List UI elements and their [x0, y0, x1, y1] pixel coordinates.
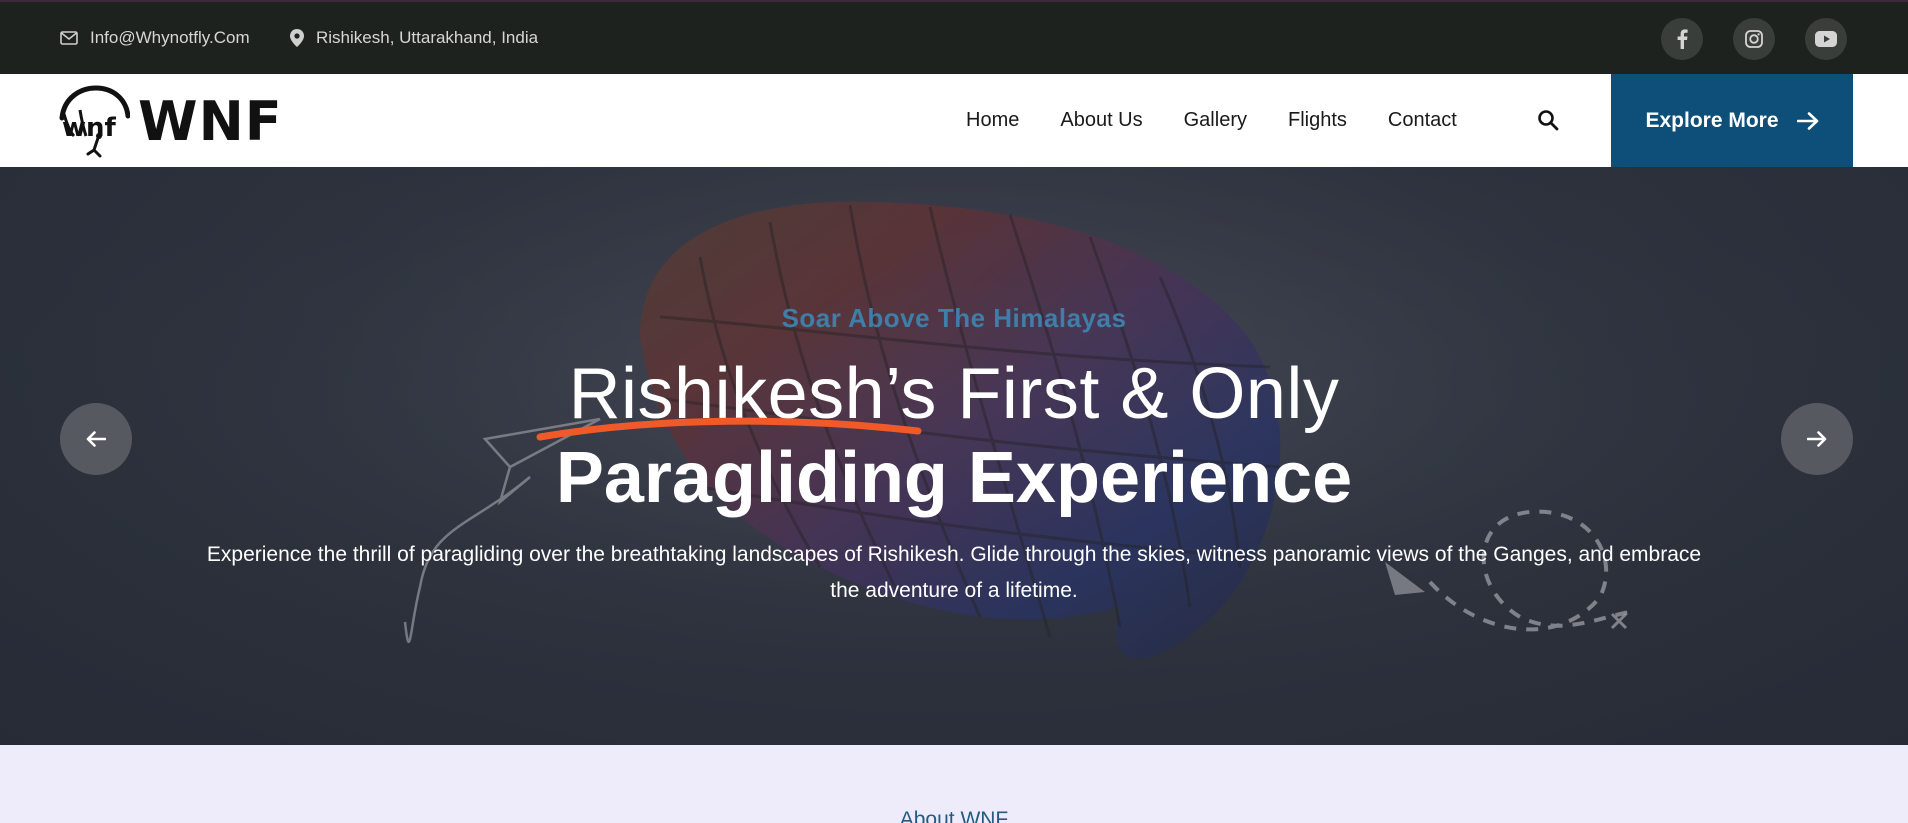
- instagram-link[interactable]: [1733, 18, 1775, 60]
- facebook-icon: [1677, 29, 1688, 49]
- email-text: Info@Whynotfly.Com: [90, 28, 250, 47]
- nav-gallery[interactable]: Gallery: [1184, 109, 1247, 132]
- location-text: Rishikesh, Uttarakhand, India: [316, 28, 539, 47]
- nav-contact[interactable]: Contact: [1388, 109, 1457, 132]
- about-section-label: About WNF: [899, 808, 1009, 823]
- youtube-link[interactable]: [1805, 18, 1847, 60]
- email-contact[interactable]: Info@Whynotfly.Com: [60, 2, 250, 74]
- map-pin-icon: [290, 29, 304, 47]
- instagram-icon: [1745, 30, 1763, 48]
- slider-next-button[interactable]: [1781, 403, 1853, 475]
- site-logo[interactable]: wnf WNF: [58, 84, 283, 158]
- hero-eyebrow: Soar Above The Himalayas: [781, 303, 1127, 333]
- youtube-icon: [1815, 31, 1837, 47]
- hero-slider: Soar Above The Himalayas Rishikesh’s Fir…: [0, 167, 1908, 745]
- explore-more-button[interactable]: Explore More: [1611, 74, 1853, 167]
- hero-title-line1: Rishikesh’s First & Only: [568, 354, 1340, 434]
- arrow-right-icon: [1796, 111, 1818, 130]
- nav-flights[interactable]: Flights: [1288, 109, 1347, 132]
- hero-description: Experience the thrill of paragliding ove…: [206, 543, 1702, 602]
- about-section: About WNF: [0, 745, 1908, 823]
- arrow-left-icon: [86, 431, 106, 447]
- search-icon: [1538, 110, 1559, 131]
- arrow-right-icon: [1807, 431, 1827, 447]
- svg-text:wnf: wnf: [62, 113, 117, 143]
- facebook-link[interactable]: [1661, 18, 1703, 60]
- location-contact: Rishikesh, Uttarakhand, India: [290, 2, 538, 74]
- main-menu: Home About Us Gallery Flights Contact: [966, 74, 1457, 167]
- nav-home[interactable]: Home: [966, 109, 1019, 132]
- hero-title-line2: Paragliding Experience: [555, 438, 1353, 518]
- search-button[interactable]: [1536, 108, 1560, 132]
- logo-text: WNF: [138, 89, 283, 153]
- slider-prev-button[interactable]: [60, 403, 132, 475]
- explore-more-label: Explore More: [1645, 108, 1779, 132]
- nav-about-us[interactable]: About Us: [1060, 109, 1142, 132]
- top-bar: Info@Whynotfly.Com Rishikesh, Uttarakhan…: [0, 0, 1908, 74]
- paraglider-logo-icon: wnf: [59, 85, 130, 158]
- mail-icon: [60, 31, 78, 45]
